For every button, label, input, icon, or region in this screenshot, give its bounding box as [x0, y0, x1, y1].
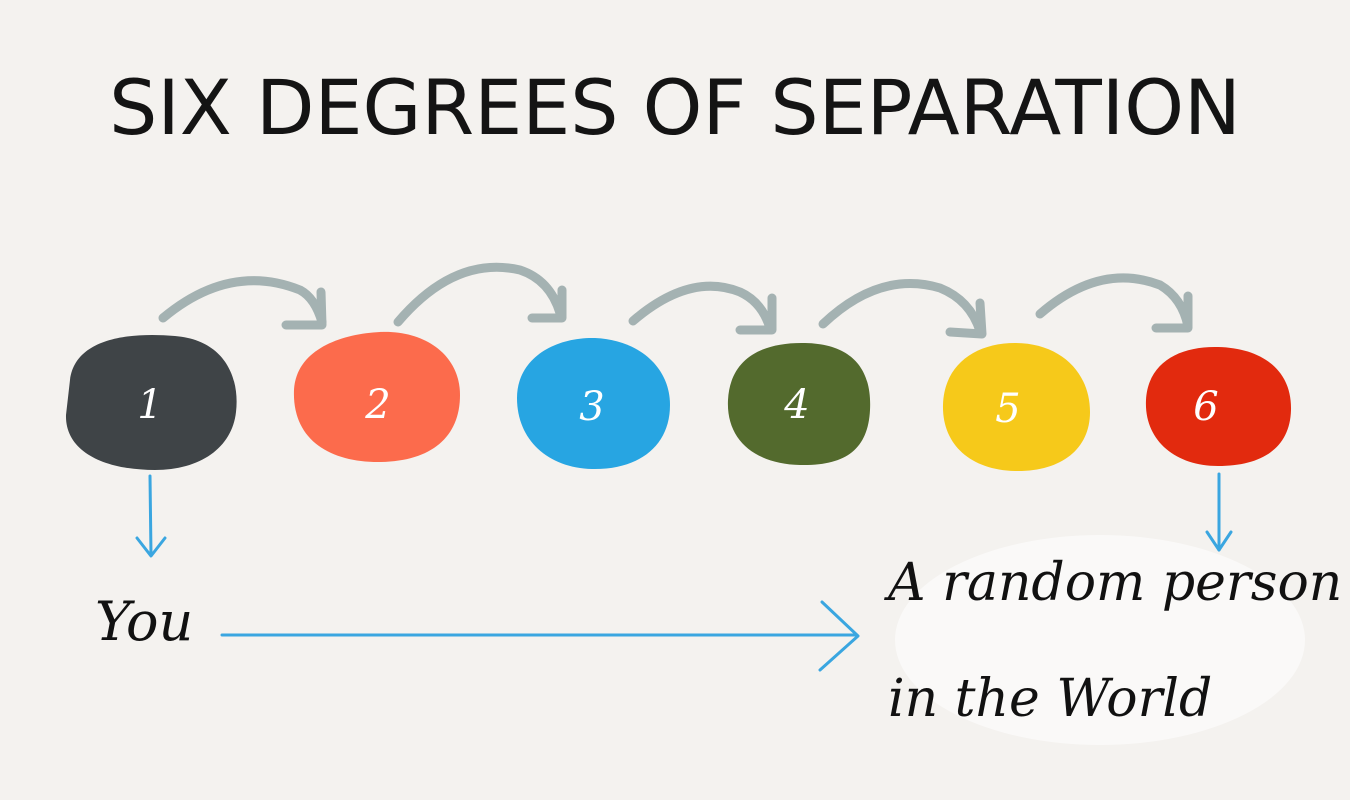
node-6: 6 [1145, 346, 1292, 466]
end-label-line2: in the World [888, 669, 1212, 729]
curved-arrows [158, 262, 1193, 339]
down-arrow-icon [1205, 472, 1233, 552]
right-arrow-icon [220, 600, 860, 672]
node-label: 1 [137, 382, 162, 428]
node-label: 3 [579, 384, 604, 430]
node-1: 1 [65, 334, 237, 470]
curved-arrow-icon [818, 279, 987, 339]
end-label-line1: A random person [884, 553, 1342, 613]
node-4: 4 [727, 342, 871, 466]
node-label: 4 [783, 382, 809, 428]
start-label: You [95, 590, 193, 653]
node-3: 3 [517, 337, 670, 470]
node-2: 2 [293, 331, 460, 462]
curved-arrow-icon [628, 281, 777, 335]
down-arrow-icon [135, 474, 167, 558]
node-label: 5 [995, 386, 1020, 432]
curved-arrow-icon [393, 262, 567, 327]
node-label: 6 [1193, 384, 1218, 430]
separation-diagram: 1 2 3 4 5 6 You A random person in the W… [65, 262, 1342, 745]
curved-arrow-icon [158, 276, 327, 330]
node-label: 2 [364, 382, 390, 428]
node-5: 5 [942, 343, 1090, 472]
curved-arrow-icon [1035, 273, 1193, 333]
